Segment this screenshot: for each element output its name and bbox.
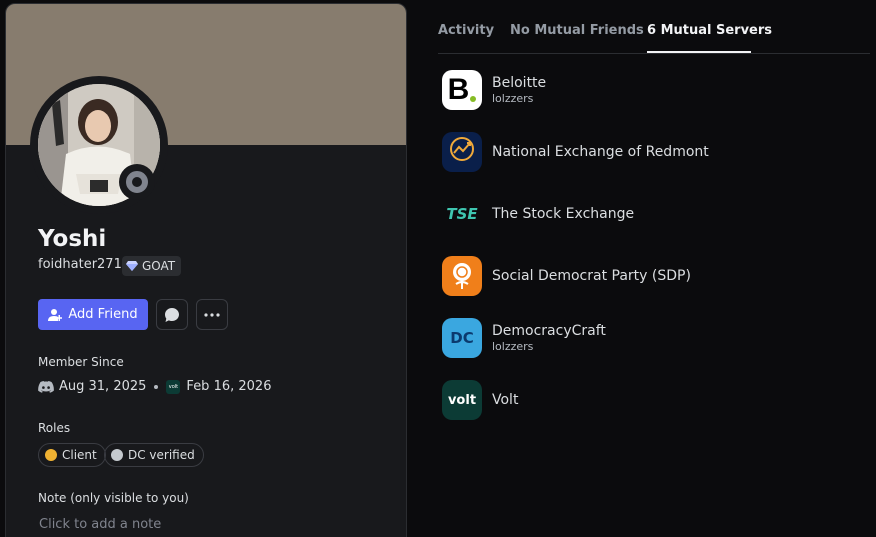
volt-icon: volt — [442, 380, 482, 420]
server-list-item[interactable]: volt Volt — [442, 380, 862, 420]
more-options-button[interactable] — [196, 299, 228, 330]
discord-icon — [38, 380, 54, 393]
role-name: Client — [62, 448, 97, 462]
server-name: DemocracyCraft — [492, 323, 606, 339]
chat-bubble-icon — [165, 307, 179, 322]
server-list-item[interactable]: Social Democrat Party (SDP) — [442, 256, 862, 296]
beloitte-letter: B — [447, 73, 470, 106]
server-nickname: lolzzers — [492, 92, 534, 105]
dc-letters: DC — [450, 329, 474, 347]
role-pill-dc-verified[interactable]: DC verified — [104, 443, 204, 467]
democracycraft-icon: DC — [442, 318, 482, 358]
server-nickname: lolzzers — [492, 340, 534, 353]
tab-activity[interactable]: Activity — [438, 23, 494, 38]
role-pill-client[interactable]: Client — [38, 443, 106, 467]
tse-icon: TSE — [442, 194, 482, 234]
user-profile-popout: Yoshi foidhater271 GOAT Add Friend Membe… — [0, 0, 876, 537]
separator-dot — [154, 384, 159, 389]
server-name: National Exchange of Redmont — [492, 143, 709, 160]
tse-letters: TSE — [446, 205, 478, 223]
beloitte-icon: B — [442, 70, 482, 110]
server-list-item[interactable]: TSE The Stock Exchange — [442, 194, 862, 234]
status-indicator-offline — [119, 164, 155, 200]
member-since-row: Aug 31, 2025 volt Feb 16, 2026 — [38, 379, 271, 394]
ellipsis-icon — [204, 312, 220, 317]
role-color-dot — [111, 449, 123, 461]
server-tag-badge[interactable]: GOAT — [122, 256, 182, 276]
profile-tabs: Activity No Mutual Friends 6 Mutual Serv… — [438, 0, 870, 54]
server-list-item[interactable]: B Beloitte lolzzers — [442, 70, 862, 110]
role-name: DC verified — [128, 448, 195, 462]
server-name: Volt — [492, 391, 519, 408]
rose-icon — [453, 263, 471, 289]
display-name: Yoshi — [38, 226, 107, 252]
green-dot — [470, 96, 477, 102]
server-mini-icon: volt — [166, 379, 181, 394]
note-heading: Note (only visible to you) — [38, 491, 189, 505]
server-list-item[interactable]: National Exchange of Redmont — [442, 132, 862, 172]
active-tab-indicator — [647, 51, 751, 53]
ner-icon — [442, 132, 482, 172]
discord-join-date: Aug 31, 2025 — [59, 379, 147, 394]
server-name: The Stock Exchange — [492, 205, 635, 222]
server-name: Beloitte — [492, 75, 547, 91]
note-input[interactable]: Click to add a note — [39, 517, 161, 532]
role-color-dot — [45, 449, 57, 461]
add-friend-button[interactable]: Add Friend — [38, 299, 148, 330]
tab-mutual-friends[interactable]: No Mutual Friends — [510, 23, 644, 38]
username: foidhater271 — [38, 257, 122, 272]
message-button[interactable] — [156, 299, 188, 330]
sdp-rose-icon — [442, 256, 482, 296]
volt-wordmark: volt — [447, 392, 477, 408]
server-join-date: Feb 16, 2026 — [186, 379, 272, 394]
profile-card: Yoshi foidhater271 GOAT Add Friend Membe… — [5, 3, 407, 537]
roles-heading: Roles — [38, 421, 71, 435]
server-list-item[interactable]: DC DemocracyCraft lolzzers — [442, 318, 862, 358]
diamond-icon — [126, 261, 138, 271]
chart-emblem-icon — [450, 137, 474, 161]
server-tag-label: GOAT — [142, 259, 176, 273]
server-name: Social Democrat Party (SDP) — [492, 267, 691, 284]
tab-mutual-servers[interactable]: 6 Mutual Servers — [647, 23, 772, 38]
member-since-heading: Member Since — [38, 355, 124, 369]
add-friend-label: Add Friend — [68, 307, 138, 322]
add-user-icon — [48, 308, 63, 321]
